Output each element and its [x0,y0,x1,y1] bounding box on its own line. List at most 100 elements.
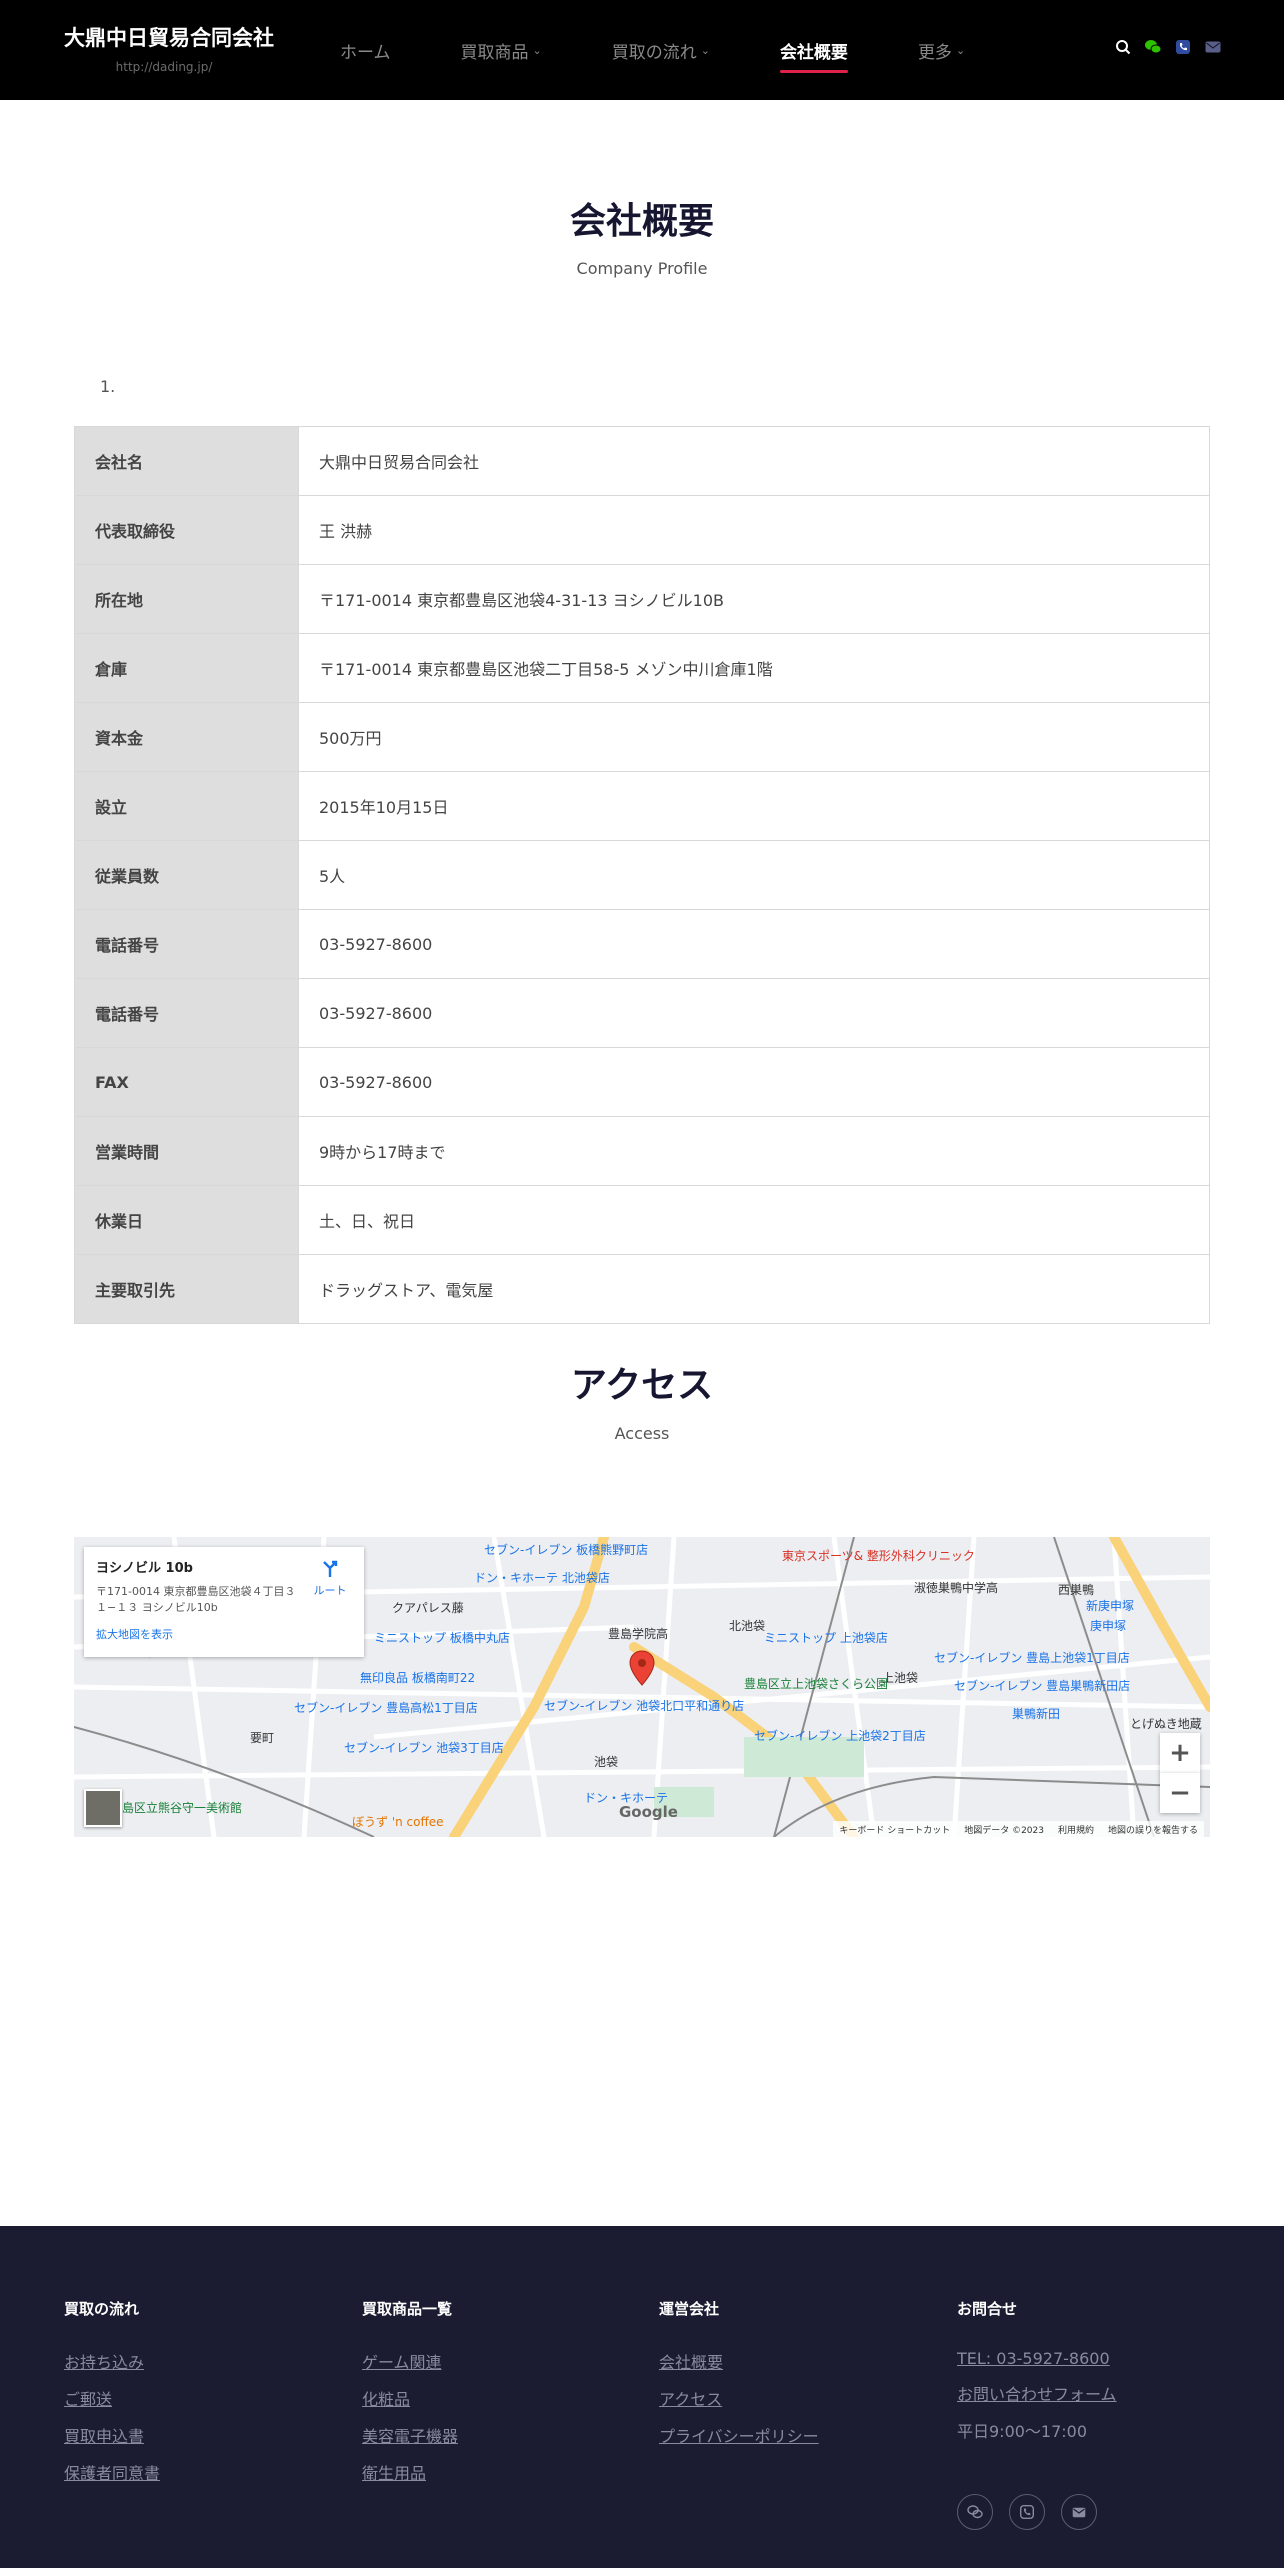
map-place-label[interactable]: ドン・キホーテ 北池袋店 [474,1569,610,1586]
map-place-label[interactable]: セブン-イレブン 池袋3丁目店 [344,1739,504,1756]
table-row: 営業時間 9時から17時まで [74,1116,1210,1186]
footer-link[interactable]: 保護者同意書 [64,2460,160,2484]
map-route-button[interactable]: ルート [310,1559,350,1598]
footer-link[interactable]: 化粧品 [362,2386,458,2410]
map-expand-link[interactable]: 拡大地図を表示 [96,1626,352,1642]
footer-link[interactable]: お問い合わせフォーム [957,2381,1117,2405]
row-value: 〒171-0014 東京都豊島区池袋4-31-13 ヨシノビル10B [298,564,1210,634]
satellite-toggle[interactable] [84,1789,122,1827]
main-nav: ホーム 買取商品 ⌄ 買取の流れ ⌄ 会社概要 更多 ⌄ [340,0,1035,100]
row-value: 03-5927-8600 [298,1047,1210,1117]
brand[interactable]: 大鼎中日貿易合同会社 http://dading.jp/ [64,22,274,74]
map-place-label[interactable]: セブン-イレブン 豊島上池袋1丁目店 [934,1649,1130,1666]
map-place-label[interactable]: ミニストップ 板橋中丸店 [374,1629,510,1646]
footer-link[interactable]: ご郵送 [64,2386,160,2410]
wechat-icon[interactable] [957,2494,993,2530]
map-place-label[interactable]: セブン-イレブン 豊島高松1丁目店 [294,1699,478,1716]
nav-item-company[interactable]: 会社概要 [779,0,848,100]
nav-item-flow[interactable]: 買取の流れ ⌄ [612,0,710,100]
map-place-label[interactable]: 池袋 [594,1753,618,1770]
map-place-label[interactable]: 西巣鴨 [1058,1581,1094,1598]
map-place-label[interactable]: セブン-イレブン 豊島巣鴨新田店 [954,1677,1130,1694]
page-subtitle: Company Profile [576,259,708,278]
footer-column-title: お問合せ [957,2300,1018,2318]
map-terms[interactable]: 利用規約 [1058,1823,1094,1836]
footer-column-title: 買取の流れ [64,2300,140,2318]
site-footer: 買取の流れお持ち込みご郵送買取申込書保護者同意書 買取商品一覧ゲーム関連化粧品美容… [0,2226,1284,2568]
row-value: 土、日、祝日 [298,1185,1210,1255]
map-place-label[interactable]: 淑徳巣鴨中学高 [914,1579,998,1596]
map-place-label[interactable]: ぼうず 'n coffee [352,1813,444,1830]
map-place-label[interactable]: 庚申塚 [1090,1617,1126,1634]
row-value: 〒171-0014 東京都豊島区池袋二丁目58-5 メゾン中川倉庫1階 [298,633,1210,703]
row-label: 従業員数 [74,840,299,910]
mail-icon[interactable] [1061,2494,1097,2530]
nav-item-products[interactable]: 買取商品 ⌄ [461,0,542,100]
footer-social [957,2494,1113,2530]
row-value: 500万円 [298,702,1210,772]
map-place-label[interactable]: ミニストップ 上池袋店 [764,1629,888,1646]
map-place-label[interactable]: 上池袋 [882,1669,918,1686]
table-row: 設立 2015年10月15日 [74,771,1210,841]
map-place-label[interactable]: 無印良品 板橋南町22 [360,1669,475,1686]
footer-column-title: 買取商品一覧 [362,2300,453,2318]
company-profile-table: 会社名 大鼎中日贸易合同会社 代表取締役王 洪赫 所在地 〒171-0014 東京都豊島… [74,426,1210,1324]
mail-icon[interactable] [1204,38,1222,56]
row-value: 5人 [298,840,1210,910]
wechat-icon[interactable] [1144,38,1162,56]
map-place-label[interactable]: クアパレス藤 [392,1599,464,1616]
table-row: 主要取引先 ドラッグストア、電気屋 [74,1254,1210,1324]
row-label: 資本金 [74,702,299,772]
footer-link[interactable]: プライバシーポリシー [659,2423,819,2447]
map-place-label[interactable]: とげぬき地蔵 [1130,1715,1202,1732]
phone-icon[interactable] [1174,38,1192,56]
phone-icon[interactable] [1009,2494,1045,2530]
footer-column: お問合せ TEL: 03-5927-8600 お問い合わせフォーム平日9:00～17… [957,2298,1117,2455]
nav-item-home[interactable]: ホーム [340,0,391,100]
row-label: 所在地 [74,564,299,634]
map-place-label[interactable]: 豊島学院高 [608,1625,668,1642]
map-place-label[interactable]: セブン-イレブン 上池袋2丁目店 [754,1727,926,1744]
zoom-in-button[interactable]: + [1160,1733,1200,1773]
access-title: アクセス [570,1365,714,1406]
footer-column: 買取商品一覧ゲーム関連化粧品美容電子機器 衛生用品 [362,2298,458,2497]
footer-link[interactable]: 会社概要 [659,2349,819,2373]
brand-name: 大鼎中日貿易合同会社 [64,26,274,50]
search-icon[interactable] [1114,38,1132,56]
map-place-label[interactable]: 東京スポーツ& 整形外科クリニック [782,1547,975,1564]
directions-icon [323,1560,338,1577]
footer-link[interactable]: 衛生用品 [362,2460,458,2484]
table-row: 休業日 土、日、祝日 [74,1185,1210,1255]
map-place-label[interactable]: 豊島区立上池袋さくら公園 [744,1675,888,1692]
map-place-label[interactable]: セブン-イレブン 板橋熊野町店 [484,1541,648,1558]
footer-column: 運営会社 会社概要 アクセス プライバシーポリシー [659,2298,819,2460]
footer-link[interactable]: アクセス [659,2386,819,2410]
footer-link[interactable]: お持ち込み [64,2349,160,2373]
footer-link[interactable]: 買取申込書 [64,2423,160,2447]
map-place-label[interactable]: 巣鴨新田 [1012,1705,1060,1722]
chevron-down-icon: ⌄ [532,43,542,57]
zoom-out-button[interactable]: − [1160,1773,1200,1813]
footer-link[interactable]: TEL: 03-5927-8600 [957,2349,1117,2368]
row-label: 倉庫 [74,633,299,703]
map-place-label[interactable]: 新庚申塚 [1086,1597,1134,1614]
map-keyboard-shortcuts[interactable]: キーボード ショートカット [839,1823,950,1836]
row-value: 9時から17時まで [298,1116,1210,1186]
map-place-label[interactable]: 豊島区立熊谷守一美術館 [110,1799,242,1816]
location-pin-icon[interactable] [629,1650,655,1686]
table-row: 電話番号 03-5927-8600 [74,909,1210,979]
map-place-label[interactable]: セブン-イレブン 池袋北口平和通り店 [544,1697,744,1714]
footer-text: 平日9:00～17:00 [957,2422,1088,2441]
table-row: 会社名 大鼎中日贸易合同会社 [74,426,1210,496]
map-place-address: 〒171-0014 東京都豊島区池袋４丁目３１−１３ ヨシノビル10b [96,1585,296,1614]
footer-link[interactable]: 美容電子機器 [362,2423,458,2447]
nav-item-more[interactable]: 更多 ⌄ [918,0,965,100]
row-label: 設立 [74,771,299,841]
google-map[interactable]: セブン-イレブン 板橋熊野町店ドン・キホーテ 北池袋店 クアパレス藤豊島学院高 ミニ… [74,1537,1210,1837]
footer-link[interactable]: ゲーム関連 [362,2349,458,2373]
row-label: 代表取締役 [74,495,299,565]
table-row: 資本金 500万円 [74,702,1210,772]
map-place-label[interactable]: 北池袋 [729,1617,765,1634]
map-report-error[interactable]: 地図の誤りを報告する [1108,1823,1198,1836]
map-place-label[interactable]: 要町 [250,1729,274,1746]
